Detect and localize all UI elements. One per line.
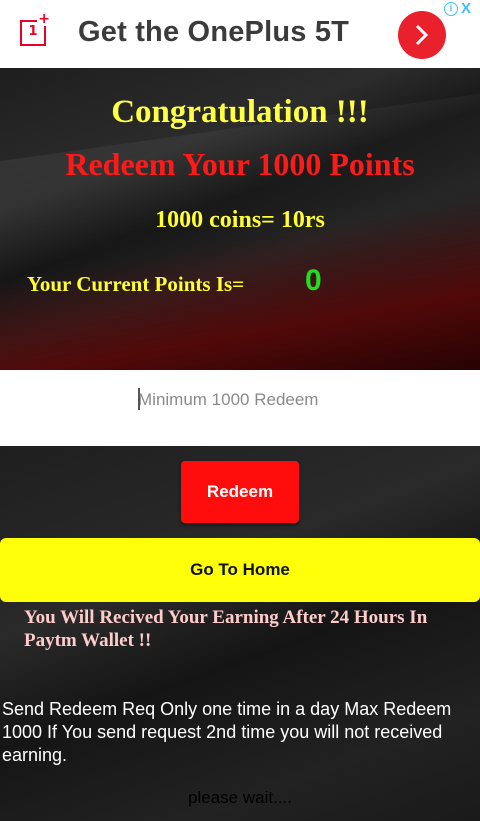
- ad-info-icon[interactable]: i: [444, 2, 458, 16]
- earning-notice: You Will Recived Your Earning After 24 H…: [24, 607, 428, 651]
- congrats-heading: Congratulation !!!: [111, 94, 369, 130]
- redeem-rules-note: Send Redeem Req Only one time in a day M…: [2, 699, 452, 765]
- text-caret: [138, 388, 140, 410]
- chevron-right-icon: [415, 24, 429, 46]
- current-points-value: 0: [305, 264, 322, 297]
- current-points-label: Your Current Points Is=: [27, 272, 245, 296]
- ad-banner[interactable]: 1 Get the OnePlus 5T i X: [0, 0, 480, 69]
- conversion-rate: 1000 coins= 10rs: [155, 207, 325, 233]
- oneplus-logo-icon: 1: [20, 12, 51, 46]
- ad-close-icon[interactable]: X: [461, 0, 471, 17]
- redeem-button[interactable]: Redeem: [181, 461, 299, 523]
- hero-section: Congratulation !!! Redeem Your 1000 Poin…: [0, 68, 480, 370]
- ad-go-button[interactable]: [398, 11, 446, 59]
- ad-title[interactable]: Get the OnePlus 5T: [78, 16, 349, 49]
- go-to-home-button[interactable]: Go To Home: [0, 538, 480, 602]
- redeem-input-container: [0, 370, 480, 446]
- redeem-amount-input[interactable]: [138, 386, 438, 414]
- redeem-heading: Redeem Your 1000 Points: [65, 146, 415, 182]
- loading-status: please wait....: [188, 788, 292, 807]
